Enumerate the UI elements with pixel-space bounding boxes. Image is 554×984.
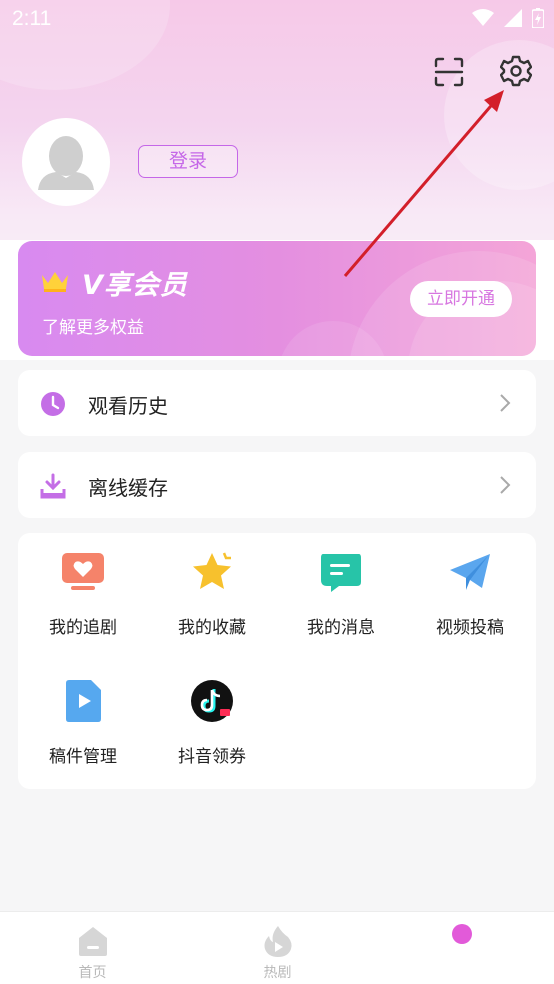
login-button[interactable]: 登录 — [138, 145, 238, 178]
message-icon — [321, 554, 361, 592]
paper-plane-icon — [450, 554, 490, 590]
tab-label: 首页 — [78, 965, 107, 981]
signal-icon — [504, 9, 522, 27]
douyin-icon — [191, 680, 233, 722]
grid-item-favorites[interactable]: 我的收藏 — [157, 536, 267, 638]
grid-label: 抖音领券 — [178, 747, 246, 767]
grid-label: 稿件管理 — [49, 747, 117, 767]
tv-heart-icon — [62, 553, 104, 590]
grid-label: 我的收藏 — [178, 618, 246, 638]
status-bar: 2:11 — [0, 0, 554, 38]
chevron-right-icon — [500, 476, 511, 494]
default-user-icon — [38, 136, 94, 190]
video-file-icon — [66, 680, 101, 722]
grid-item-my-dramas[interactable]: 我的追剧 — [28, 536, 138, 638]
download-icon — [40, 473, 66, 499]
tab-home[interactable]: 首页 — [0, 912, 185, 984]
vip-card[interactable]: V享会员 了解更多权益 立即开通 — [18, 241, 536, 356]
status-icons — [472, 8, 544, 28]
gear-icon[interactable] — [500, 55, 532, 87]
clock-icon — [41, 392, 65, 416]
grid-item-messages[interactable]: 我的消息 — [286, 536, 396, 638]
grid-label: 我的追剧 — [49, 618, 117, 638]
star-icon — [193, 552, 231, 589]
tab-label: 热剧 — [263, 965, 292, 981]
watch-history-row[interactable]: 观看历史 — [18, 370, 536, 436]
status-time: 2:11 — [12, 7, 52, 30]
scan-icon[interactable] — [434, 57, 464, 87]
vip-title: V享会员 — [82, 270, 188, 301]
grid-label: 我的消息 — [307, 618, 375, 638]
vip-open-button[interactable]: 立即开通 — [410, 281, 512, 317]
vip-subtitle: 了解更多权益 — [42, 318, 144, 338]
tab-profile[interactable] — [370, 912, 554, 984]
feature-grid: 我的追剧 我的收藏 我的消息 视频投稿 稿件管理 抖音领券 — [18, 533, 536, 789]
avatar[interactable] — [22, 118, 110, 206]
profile-dot-icon — [452, 924, 472, 944]
grid-item-douyin-coupons[interactable]: 抖音领券 — [157, 665, 267, 767]
offline-cache-label: 离线缓存 — [88, 476, 168, 500]
home-icon — [79, 927, 107, 956]
grid-item-manage-drafts[interactable]: 稿件管理 — [28, 665, 138, 767]
chevron-right-icon — [500, 394, 511, 412]
battery-icon — [532, 8, 544, 28]
offline-cache-row[interactable]: 离线缓存 — [18, 452, 536, 518]
watch-history-label: 观看历史 — [88, 394, 168, 418]
grid-item-submit-video[interactable]: 视频投稿 — [415, 536, 525, 638]
flame-icon — [264, 926, 292, 957]
tab-hot-dramas[interactable]: 热剧 — [185, 912, 370, 984]
grid-label: 视频投稿 — [436, 618, 504, 638]
wifi-icon — [472, 9, 494, 26]
bottom-tab-bar: 首页 热剧 — [0, 911, 554, 984]
crown-icon — [42, 272, 68, 292]
